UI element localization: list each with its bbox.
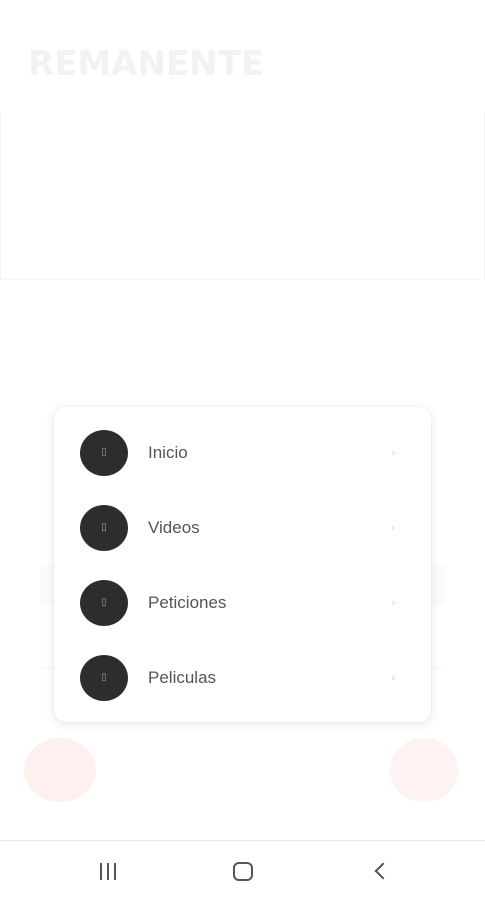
menu-item-peliculas[interactable]: ▯ Peliculas › <box>54 640 431 715</box>
navigation-menu: ▯ Inicio › ▯ Videos › ▯ Peticiones › ▯ P… <box>54 407 431 722</box>
menu-item-label: Inicio <box>148 442 188 462</box>
recents-icon <box>100 862 116 880</box>
system-navigation-bar <box>0 840 485 900</box>
home-button[interactable] <box>213 841 273 900</box>
menu-item-videos[interactable]: ▯ Videos › <box>54 490 431 565</box>
floating-button-left[interactable] <box>24 738 96 802</box>
chevron-right-icon: › <box>391 447 395 458</box>
back-button[interactable] <box>350 841 410 900</box>
menu-item-label: Videos <box>148 517 200 537</box>
back-icon <box>374 862 392 880</box>
menu-item-label: Peliculas <box>148 667 217 687</box>
menu-item-icon: ▯ <box>80 429 128 476</box>
chevron-right-icon: › <box>391 522 395 533</box>
menu-item-inicio[interactable]: ▯ Inicio › <box>54 415 431 490</box>
menu-item-label: Peticiones <box>148 592 227 612</box>
chevron-right-icon: › <box>391 672 395 683</box>
menu-item-icon: ▯ <box>80 579 128 626</box>
menu-item-icon: ▯ <box>80 654 128 701</box>
menu-item-peticiones[interactable]: ▯ Peticiones › <box>54 565 431 640</box>
menu-item-icon: ▯ <box>80 504 128 551</box>
home-icon <box>233 861 253 881</box>
hero-placeholder <box>0 112 485 280</box>
app-title: REMANENTE <box>28 44 265 84</box>
chevron-right-icon: › <box>391 597 395 608</box>
recents-button[interactable] <box>78 841 138 900</box>
floating-button-right[interactable] <box>390 738 458 802</box>
